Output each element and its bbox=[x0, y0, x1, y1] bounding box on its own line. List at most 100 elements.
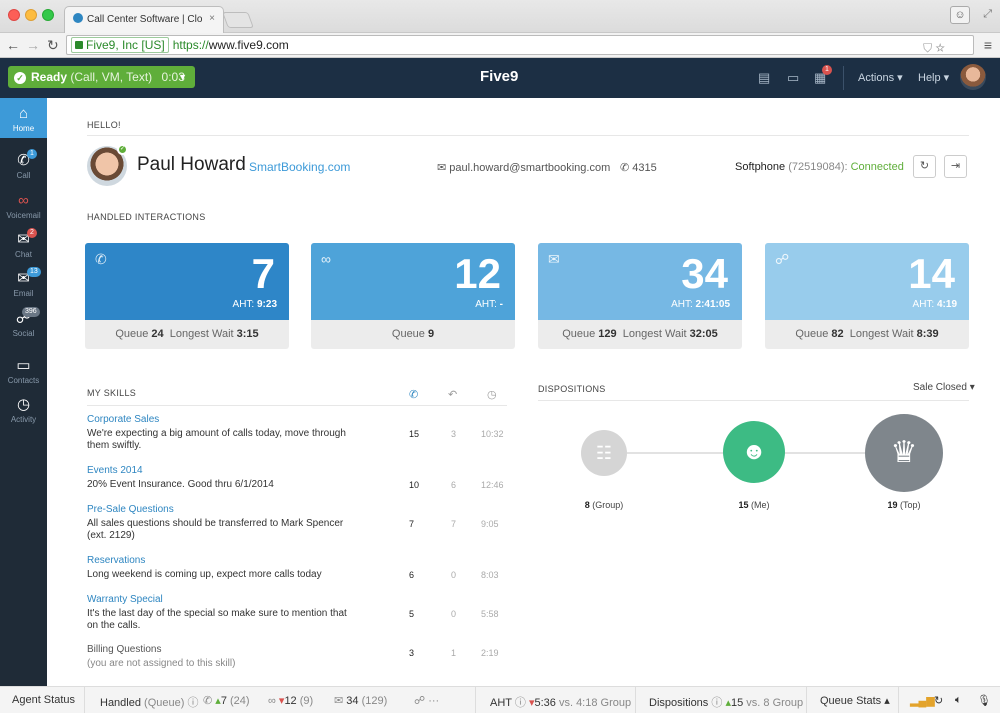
clock-icon: ◷ bbox=[487, 389, 497, 401]
disposition-filter-dropdown[interactable]: Sale Closed ▾ bbox=[913, 382, 975, 393]
sidebar-item-home[interactable]: ⌂ Home bbox=[0, 98, 47, 138]
sidebar-item-voicemail[interactable]: ∞ Voicemail bbox=[0, 185, 47, 225]
chevron-down-icon: ▼ bbox=[178, 72, 187, 82]
skill-name[interactable]: Warranty Special bbox=[87, 594, 507, 605]
browser-tab[interactable]: Call Center Software | Clo × bbox=[64, 6, 224, 33]
skill-calls: 3 bbox=[409, 648, 415, 658]
tile-aht: AHT: 4:19 bbox=[912, 299, 957, 310]
skill-time: 8:03 bbox=[481, 570, 499, 580]
skill-row[interactable]: Pre-Sale Questions All sales questions s… bbox=[87, 504, 507, 542]
skill-calls: 7 bbox=[409, 519, 415, 529]
sidebar-item-email[interactable]: ✉ Email 13 bbox=[0, 263, 47, 303]
email-icon: ✉ bbox=[437, 162, 450, 174]
skill-queue: 0 bbox=[451, 609, 457, 619]
interaction-tile-voicemail[interactable]: ∞ 12 AHT: - Queue 9 bbox=[311, 243, 515, 349]
back-icon[interactable]: ← bbox=[6, 37, 20, 53]
shield-icon[interactable]: ⛉ ☆ bbox=[923, 39, 945, 57]
agent-name: Paul Howard bbox=[137, 154, 246, 175]
status-calls: ✆ ▴7 (24) bbox=[203, 695, 250, 707]
clock-icon: ◷ bbox=[16, 396, 31, 413]
sidebar-item-activity[interactable]: ◷ Activity bbox=[0, 389, 47, 429]
sidebar-item-label: Home bbox=[12, 124, 35, 133]
info-icon: ⓘ bbox=[187, 697, 199, 709]
sidebar-item-label: Chat bbox=[15, 250, 32, 259]
my-skills-title: MY SKILLS bbox=[87, 388, 137, 398]
ev-certificate-badge[interactable]: Five9, Inc [US] bbox=[71, 37, 169, 53]
browser-menu-icon[interactable]: ≡ bbox=[984, 37, 992, 53]
user-avatar[interactable] bbox=[960, 64, 986, 90]
agent-state-dropdown[interactable]: ✓ Ready (Call, VM, Text) 0:03 ▼ bbox=[8, 66, 195, 88]
speaker-icon[interactable]: 🔈︎ bbox=[955, 694, 962, 707]
skill-queue: 6 bbox=[451, 480, 457, 490]
book-icon[interactable]: ▤ bbox=[758, 70, 770, 86]
tile-footer: Queue 9 bbox=[391, 328, 435, 340]
tile-aht: AHT: - bbox=[475, 299, 503, 310]
interaction-tile-social[interactable]: ☍ 14 AHT: 4:19 Queue 82 Longest Wait 8:3… bbox=[765, 243, 969, 349]
agent-extension: ✆ 4315 bbox=[620, 162, 657, 174]
agent-company-link[interactable]: SmartBooking.com bbox=[249, 160, 350, 174]
call-badge: 1 bbox=[27, 149, 37, 159]
divider bbox=[475, 687, 476, 713]
phone-icon: ✆ bbox=[95, 251, 107, 267]
sidebar-item-social[interactable]: ☍ Social 396 bbox=[0, 303, 47, 343]
email-icon: ✉ bbox=[17, 270, 30, 287]
folder-icon: ▭ bbox=[16, 357, 31, 374]
signal-bars-icon[interactable]: ▂▄▆ bbox=[910, 694, 935, 707]
browser-user-icon[interactable]: ☺ bbox=[950, 6, 970, 24]
interaction-tile-email[interactable]: ✉ 34 AHT: 2:41:05 Queue 129 Longest Wait… bbox=[538, 243, 742, 349]
favicon-icon bbox=[73, 13, 83, 23]
microphone-icon[interactable]: 🎙︎ bbox=[977, 694, 991, 707]
address-bar[interactable]: Five9, Inc [US] https://www.five9.com ⛉ ☆ bbox=[66, 35, 974, 55]
refresh-icon[interactable]: ↻ bbox=[934, 694, 943, 707]
queue-stats-toggle[interactable]: Queue Stats ▴ bbox=[820, 694, 890, 707]
softphone-status: Softphone (72519084): Connected bbox=[735, 161, 904, 173]
browser-tab-bar: Call Center Software | Clo × ☺ ⤢ bbox=[0, 0, 1000, 33]
maximize-window-button[interactable] bbox=[42, 9, 54, 21]
skill-calls: 15 bbox=[409, 429, 420, 439]
skill-row[interactable]: Corporate Sales We're expecting a big am… bbox=[87, 414, 507, 452]
divider bbox=[898, 687, 899, 713]
sidebar-item-chat[interactable]: ✉ Chat 2 bbox=[0, 224, 47, 264]
skill-description: 20% Event Insurance. Good thru 6/1/2014 bbox=[87, 479, 274, 490]
agent-status-label[interactable]: Agent Status bbox=[12, 694, 75, 706]
agent-state-channels: (Call, VM, Text) bbox=[70, 70, 153, 84]
skill-name[interactable]: Events 2014 bbox=[87, 465, 507, 476]
tile-header: ✉ 34 AHT: 2:41:05 bbox=[538, 243, 742, 320]
app-header: ✓ Ready (Call, VM, Text) 0:03 ▼ Five9 ▤ ▭… bbox=[0, 58, 1000, 98]
tile-aht: AHT: 2:41:05 bbox=[671, 299, 730, 310]
skill-name[interactable]: Reservations bbox=[87, 555, 507, 566]
handled-queue-label: Handled (Queue) ⓘ bbox=[100, 697, 199, 709]
close-window-button[interactable] bbox=[8, 9, 20, 21]
disposition-top-label: 19 (Top) bbox=[887, 500, 921, 510]
agent-email: ✉ paul.howard@smartbooking.com bbox=[437, 162, 611, 174]
social-icon: ☍ bbox=[775, 251, 790, 267]
help-menu[interactable]: Help ▾ bbox=[918, 71, 949, 84]
check-icon: ✓ bbox=[14, 72, 26, 84]
tile-header: ∞ 12 AHT: - bbox=[311, 243, 515, 320]
interaction-tile-call[interactable]: ✆ 7 AHT: 9:23 Queue 24 Longest Wait 3:15 bbox=[85, 243, 289, 349]
skill-description: (you are not assigned to this skill) bbox=[87, 658, 236, 669]
refresh-softphone-button[interactable]: ↻ bbox=[913, 155, 936, 178]
skill-description: Long weekend is coming up, expect more c… bbox=[87, 569, 322, 580]
sidebar-item-call[interactable]: ✆ Call 1 bbox=[0, 145, 47, 185]
divider bbox=[87, 135, 969, 136]
inbox-icon[interactable]: ▭ bbox=[787, 70, 799, 86]
skill-name[interactable]: Pre-Sale Questions bbox=[87, 504, 507, 515]
skill-row[interactable]: Reservations Long weekend is coming up, … bbox=[87, 555, 507, 581]
skill-row[interactable]: Warranty Special It's the last day of th… bbox=[87, 594, 507, 632]
new-tab-button[interactable] bbox=[222, 12, 254, 28]
actions-menu[interactable]: Actions ▾ bbox=[858, 71, 903, 84]
skill-name[interactable]: Corporate Sales bbox=[87, 414, 507, 425]
minimize-window-button[interactable] bbox=[25, 9, 37, 21]
tab-close-icon[interactable]: × bbox=[209, 13, 215, 24]
sidebar-item-contacts[interactable]: ▭ Contacts bbox=[0, 350, 47, 390]
chat-icon: ✉ bbox=[17, 231, 30, 248]
forward-icon[interactable]: → bbox=[26, 37, 40, 53]
skill-row[interactable]: Events 2014 20% Event Insurance. Good th… bbox=[87, 465, 507, 491]
reload-icon[interactable]: ↻ bbox=[47, 37, 59, 53]
fullscreen-icon[interactable]: ⤢ bbox=[983, 8, 992, 21]
tile-footer: Queue 82 Longest Wait 8:39 bbox=[795, 328, 939, 340]
phone-icon: ✆ bbox=[203, 695, 216, 707]
skill-time: 9:05 bbox=[481, 519, 499, 529]
logout-softphone-button[interactable]: ⇥ bbox=[944, 155, 967, 178]
